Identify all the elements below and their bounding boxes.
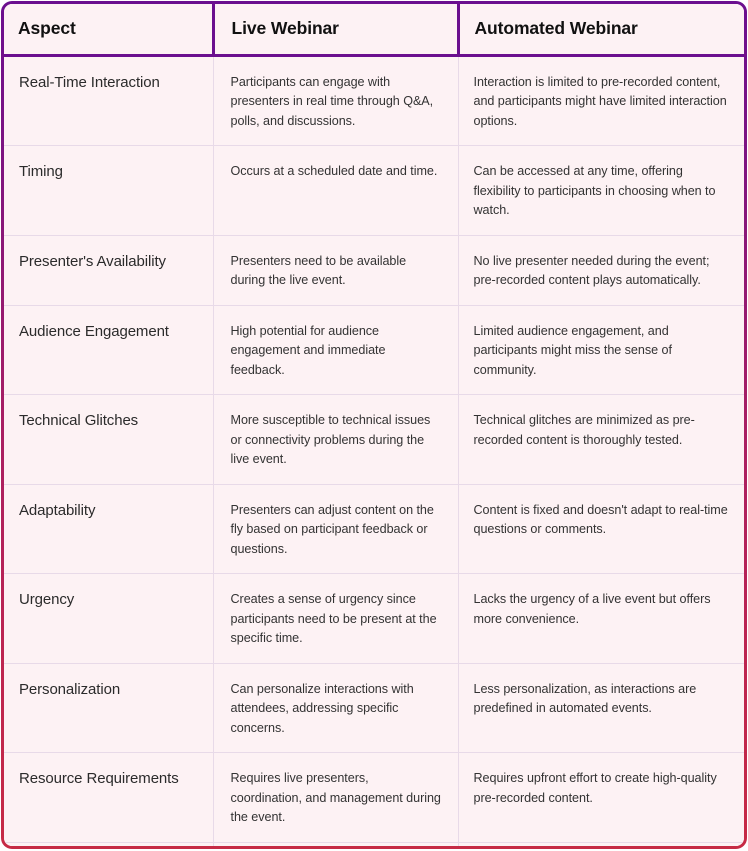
cell-aspect: Audience Engagement xyxy=(4,305,213,395)
cell-live-webinar: Participants can engage with presenters … xyxy=(212,55,458,146)
table-row: Adaptability Presenters can adjust conten… xyxy=(4,484,744,574)
cell-live-webinar: Can personalize interactions with attend… xyxy=(212,663,458,753)
cell-automated-webinar: High replay value; participants can acce… xyxy=(457,842,744,846)
cell-aspect: Presenter's Availability xyxy=(4,235,213,306)
cell-automated-webinar: Can be accessed at any time, offering fl… xyxy=(457,145,744,236)
cell-aspect: Technical Glitches xyxy=(4,394,213,485)
table-row: Timing Occurs at a scheduled date and tim… xyxy=(4,145,744,236)
table-row: Urgency Creates a sense of urgency since … xyxy=(4,573,744,664)
cell-automated-webinar: Content is fixed and doesn't adapt to re… xyxy=(457,484,744,574)
table-body: Real-Time Interaction Participants can en… xyxy=(4,55,744,846)
cell-automated-webinar: No live presenter needed during the even… xyxy=(457,235,744,306)
cell-automated-webinar: Interaction is limited to pre-recorded c… xyxy=(457,55,744,146)
table-row: Real-Time Interaction Participants can en… xyxy=(4,55,744,146)
cell-aspect: Resource Requirements xyxy=(4,752,213,843)
webinar-comparison-table: Aspect Live Webinar Automated Webinar Re… xyxy=(4,4,744,846)
cell-aspect: Urgency xyxy=(4,573,213,664)
column-header-aspect: Aspect xyxy=(4,4,213,57)
cell-live-webinar: Limited replay value; participants who m… xyxy=(212,842,458,846)
cell-automated-webinar: Technical glitches are minimized as pre-… xyxy=(457,394,744,485)
comparison-table-inner: Aspect Live Webinar Automated Webinar Re… xyxy=(4,4,744,846)
table-row: Resource Requirements Requires live prese… xyxy=(4,752,744,843)
header-row: Aspect Live Webinar Automated Webinar xyxy=(4,4,744,57)
cell-live-webinar: Requires live presenters, coordination, … xyxy=(212,752,458,843)
cell-live-webinar: High potential for audience engagement a… xyxy=(212,305,458,395)
table-row: Presenter's Availability Presenters need … xyxy=(4,235,744,306)
table-header: Aspect Live Webinar Automated Webinar xyxy=(4,4,744,57)
column-header-live-webinar: Live Webinar xyxy=(211,4,458,57)
cell-live-webinar: More susceptible to technical issues or … xyxy=(212,394,458,485)
column-header-automated-webinar: Automated Webinar xyxy=(456,4,744,57)
cell-aspect: Adaptability xyxy=(4,484,213,574)
table-row: Audience Engagement High potential for au… xyxy=(4,305,744,395)
cell-automated-webinar: Limited audience engagement, and partici… xyxy=(457,305,744,395)
table-row: Technical Glitches More susceptible to te… xyxy=(4,394,744,485)
cell-automated-webinar: Requires upfront effort to create high-q… xyxy=(457,752,744,843)
cell-aspect: Timing xyxy=(4,145,213,236)
cell-live-webinar: Presenters need to be available during t… xyxy=(212,235,458,306)
cell-aspect: Personalization xyxy=(4,663,213,753)
cell-live-webinar: Occurs at a scheduled date and time. xyxy=(212,145,458,236)
cell-live-webinar: Presenters can adjust content on the fly… xyxy=(212,484,458,574)
cell-aspect: Replay Value xyxy=(4,842,213,846)
table-row: Personalization Can personalize interacti… xyxy=(4,663,744,753)
comparison-table-frame: Aspect Live Webinar Automated Webinar Re… xyxy=(1,1,747,849)
table-row: Replay ValueLimited replay value; partic… xyxy=(4,842,744,846)
cell-automated-webinar: Less personalization, as interactions ar… xyxy=(457,663,744,753)
cell-automated-webinar: Lacks the urgency of a live event but of… xyxy=(457,573,744,664)
cell-live-webinar: Creates a sense of urgency since partici… xyxy=(212,573,458,664)
cell-aspect: Real-Time Interaction xyxy=(4,55,213,146)
